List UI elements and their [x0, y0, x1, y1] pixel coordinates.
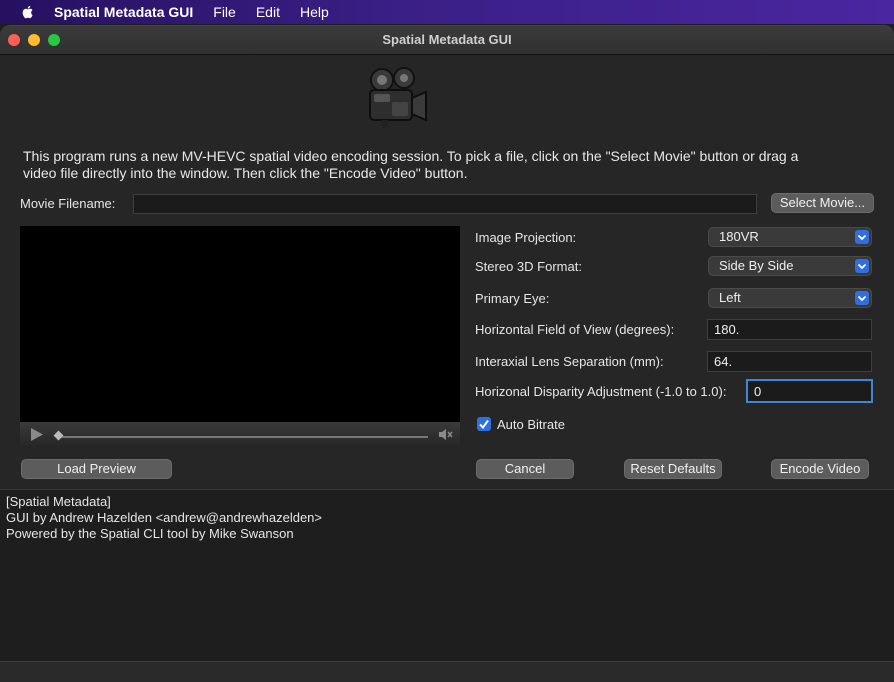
load-preview-button[interactable]: Load Preview — [21, 459, 172, 479]
stereo-format-label: Stereo 3D Format: — [475, 259, 582, 274]
menu-help[interactable]: Help — [300, 4, 329, 20]
cancel-button[interactable]: Cancel — [476, 459, 574, 479]
chevron-down-icon — [855, 259, 869, 273]
disparity-input[interactable] — [746, 379, 873, 403]
image-projection-label: Image Projection: — [475, 230, 577, 245]
stereo-format-value: Side By Side — [719, 258, 794, 273]
stereo-format-select[interactable]: Side By Side — [708, 256, 872, 276]
log-line: [Spatial Metadata] — [6, 494, 111, 509]
video-preview — [20, 226, 460, 447]
primary-eye-select[interactable]: Left — [708, 288, 872, 308]
movie-filename-label: Movie Filename: — [20, 196, 116, 211]
chevron-down-icon — [855, 230, 869, 244]
lens-separation-input[interactable] — [707, 351, 872, 372]
window-title: Spatial Metadata GUI — [382, 32, 512, 47]
playback-scrubber[interactable] — [60, 436, 428, 438]
lens-separation-label: Interaxial Lens Separation (mm): — [475, 354, 664, 369]
menu-edit[interactable]: Edit — [256, 4, 280, 20]
menu-app-name[interactable]: Spatial Metadata GUI — [54, 4, 193, 20]
description-text: This program runs a new MV-HEVC spatial … — [23, 148, 799, 181]
horizontal-scrollbar[interactable] — [0, 661, 894, 682]
log-output[interactable]: [Spatial Metadata] GUI by Andrew Hazelde… — [0, 489, 894, 661]
hfov-input[interactable] — [707, 319, 872, 340]
select-movie-button[interactable]: Select Movie... — [771, 193, 874, 213]
menu-file[interactable]: File — [213, 4, 236, 20]
hfov-label: Horizontal Field of View (degrees): — [475, 322, 675, 337]
mute-icon[interactable] — [438, 428, 454, 441]
checkmark-icon — [479, 419, 489, 430]
chevron-down-icon — [855, 291, 869, 305]
image-projection-value: 180VR — [719, 229, 759, 244]
movie-filename-input[interactable] — [133, 194, 757, 214]
primary-eye-value: Left — [719, 290, 741, 305]
encode-video-button[interactable]: Encode Video — [771, 459, 869, 479]
primary-eye-label: Primary Eye: — [475, 291, 550, 306]
app-window: Spatial Metadata GUI This program runs a… — [0, 25, 894, 682]
video-controls — [20, 422, 460, 447]
log-line: GUI by Andrew Hazelden <andrew@andrewhaz… — [6, 510, 322, 525]
auto-bitrate-checkbox[interactable] — [477, 417, 491, 431]
log-line: Powered by the Spatial CLI tool by Mike … — [6, 526, 294, 541]
auto-bitrate-label[interactable]: Auto Bitrate — [497, 417, 565, 432]
play-icon[interactable] — [30, 427, 44, 442]
movie-camera-icon — [369, 67, 427, 128]
scrubber-handle[interactable] — [53, 430, 64, 441]
menu-bar: Spatial Metadata GUI File Edit Help — [0, 0, 894, 24]
apple-icon[interactable] — [20, 4, 36, 20]
image-projection-select[interactable]: 180VR — [708, 227, 872, 247]
disparity-label: Horizonal Disparity Adjustment (-1.0 to … — [475, 384, 727, 399]
reset-defaults-button[interactable]: Reset Defaults — [624, 459, 722, 479]
title-bar[interactable]: Spatial Metadata GUI — [0, 26, 894, 55]
